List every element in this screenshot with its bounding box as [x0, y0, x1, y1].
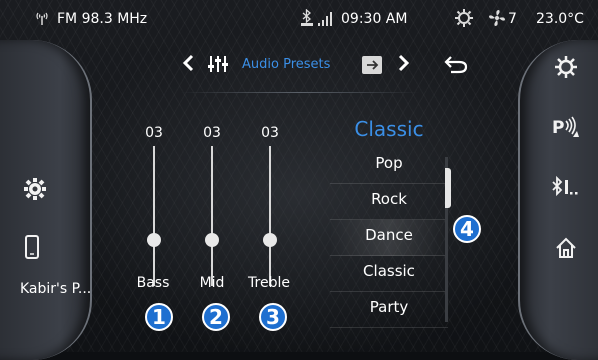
preset-item-pop[interactable]: Pop — [330, 148, 448, 184]
treble-slider-handle[interactable] — [263, 233, 277, 247]
mid-slider-handle[interactable] — [205, 233, 219, 247]
current-preset-title: Classic — [354, 117, 424, 141]
bass-slider-handle[interactable] — [147, 233, 161, 247]
page-title: Audio Presets — [242, 57, 331, 72]
next-chevron-icon[interactable] — [396, 52, 412, 74]
radio-station: FM 98.3 MHz — [57, 11, 148, 27]
treble-slider-track[interactable] — [269, 146, 271, 286]
mid-slider-track[interactable] — [211, 146, 213, 286]
svg-text:P: P — [552, 118, 564, 138]
back-icon[interactable] — [442, 53, 470, 75]
bluetooth-audio-icon[interactable] — [550, 174, 582, 200]
preset-item-classic[interactable]: Classic — [330, 256, 448, 292]
treble-badge: 3 — [259, 303, 287, 331]
right-panel — [518, 40, 598, 360]
preset-list-badge: 4 — [453, 215, 481, 243]
settings-gear-icon[interactable] — [22, 176, 48, 202]
temperature: 23.0°C — [536, 11, 584, 27]
mid-value: 03 — [203, 125, 221, 141]
preset-item-rock[interactable]: Rock — [330, 184, 448, 220]
fan-speed: 7 — [508, 11, 517, 27]
home-icon[interactable] — [553, 235, 579, 261]
previous-chevron-icon[interactable] — [180, 52, 196, 74]
treble-value: 03 — [261, 125, 279, 141]
status-bar: FM 98.3 MHz 09:30 AM 7 23.0°C — [0, 0, 598, 38]
clock-time: 09:30 AM — [341, 11, 408, 27]
bass-label: Bass — [136, 275, 170, 291]
mid-label: Mid — [199, 275, 225, 291]
radio-antenna-icon — [34, 10, 50, 30]
climate-gear-icon — [455, 9, 473, 31]
preset-list: Pop Rock Dance Classic Party — [330, 148, 448, 328]
mid-badge: 2 — [202, 303, 230, 331]
bluetooth-phone-icon — [300, 8, 314, 31]
bass-badge: 1 — [145, 303, 173, 331]
signal-icon — [318, 12, 334, 30]
climate-settings-icon[interactable] — [553, 54, 579, 80]
parking-sensor-icon[interactable]: P — [550, 114, 582, 140]
equalizer-icon — [206, 54, 230, 74]
audio-balance-icon[interactable] — [360, 54, 384, 76]
preset-item-party[interactable]: Party — [330, 292, 448, 328]
preset-item-dance[interactable]: Dance — [330, 220, 448, 256]
fan-icon — [488, 9, 506, 31]
phone-name-label[interactable]: Kabir's P... — [20, 281, 91, 297]
bass-slider-track[interactable] — [153, 146, 155, 286]
phone-icon[interactable] — [22, 234, 42, 260]
bass-value: 03 — [145, 125, 163, 141]
treble-label: Treble — [248, 275, 290, 291]
preset-scrollbar-thumb[interactable] — [445, 168, 451, 208]
header-divider — [180, 92, 420, 93]
